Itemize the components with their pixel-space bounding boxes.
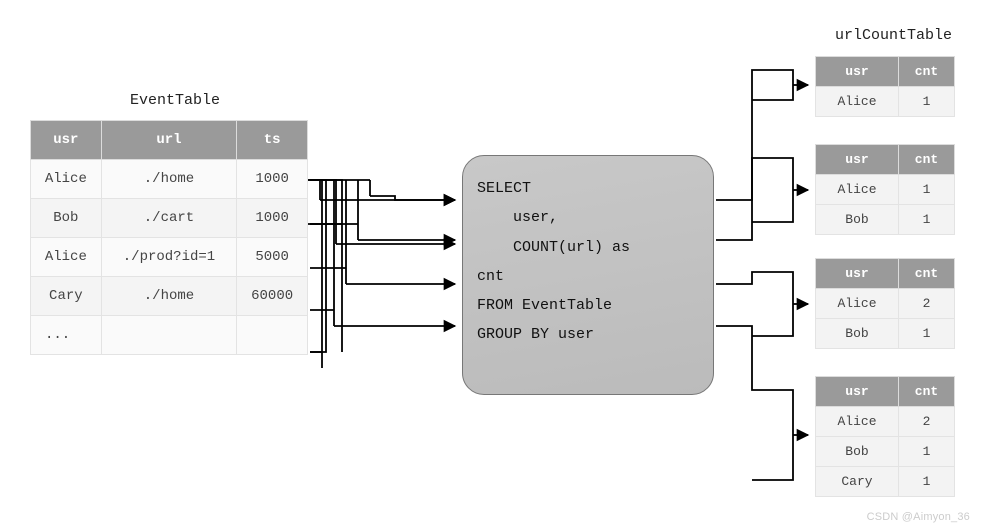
cell: Bob [816, 437, 899, 467]
table-row: Alice 2 [816, 289, 955, 319]
event-table-title: EventTable [130, 92, 220, 109]
table-header-row: usr cnt [816, 145, 955, 175]
cell: 1 [898, 319, 954, 349]
cell: Bob [816, 319, 899, 349]
url-count-table-title: urlCountTable [835, 27, 952, 44]
cell: 1 [898, 205, 954, 235]
cell: Alice [816, 407, 899, 437]
cell: ./cart [101, 199, 237, 238]
cell: Alice [816, 87, 899, 117]
col-ts: ts [237, 121, 308, 160]
cell: Cary [31, 277, 102, 316]
sql-line: COUNT(url) as [477, 239, 630, 256]
sql-query-box: SELECT user, COUNT(url) as cnt FROM Even… [462, 155, 714, 395]
cell: Alice [816, 289, 899, 319]
cell: ./home [101, 160, 237, 199]
sql-line: GROUP BY user [477, 326, 594, 343]
cell: 1 [898, 437, 954, 467]
table-row: Bob 1 [816, 205, 955, 235]
table-row: Alice ./home 1000 [31, 160, 308, 199]
col-usr: usr [31, 121, 102, 160]
cell: 5000 [237, 238, 308, 277]
col-usr: usr [816, 259, 899, 289]
cell: Alice [31, 160, 102, 199]
cell: ... [31, 316, 102, 355]
sql-line: SELECT [477, 180, 531, 197]
table-row: Cary ./home 60000 [31, 277, 308, 316]
cell: 2 [898, 407, 954, 437]
col-cnt: cnt [898, 377, 954, 407]
table-row: Cary 1 [816, 467, 955, 497]
sql-line: user, [477, 209, 558, 226]
col-url: url [101, 121, 237, 160]
cell [101, 316, 237, 355]
table-row: Bob 1 [816, 319, 955, 349]
event-table: usr url ts Alice ./home 1000 Bob ./cart … [30, 120, 308, 355]
table-header-row: usr url ts [31, 121, 308, 160]
col-cnt: cnt [898, 57, 954, 87]
cell: ./prod?id=1 [101, 238, 237, 277]
table-row: Alice 1 [816, 175, 955, 205]
watermark: CSDN @Aimyon_36 [867, 511, 970, 523]
sql-line: FROM EventTable [477, 297, 612, 314]
cell: 60000 [237, 277, 308, 316]
table-header-row: usr cnt [816, 377, 955, 407]
table-row: Alice ./prod?id=1 5000 [31, 238, 308, 277]
table-row: Alice 2 [816, 407, 955, 437]
cell: 1000 [237, 199, 308, 238]
cell: 2 [898, 289, 954, 319]
cell: 1 [898, 87, 954, 117]
col-usr: usr [816, 57, 899, 87]
cell: ./home [101, 277, 237, 316]
col-usr: usr [816, 145, 899, 175]
cell: Alice [816, 175, 899, 205]
cell: 1000 [237, 160, 308, 199]
table-header-row: usr cnt [816, 259, 955, 289]
cell: 1 [898, 467, 954, 497]
col-cnt: cnt [898, 145, 954, 175]
cell: Bob [31, 199, 102, 238]
count-table-4: usr cnt Alice 2 Bob 1 Cary 1 [815, 376, 955, 497]
col-usr: usr [816, 377, 899, 407]
table-header-row: usr cnt [816, 57, 955, 87]
sql-line: cnt [477, 268, 504, 285]
count-table-3: usr cnt Alice 2 Bob 1 [815, 258, 955, 349]
col-cnt: cnt [898, 259, 954, 289]
cell: 1 [898, 175, 954, 205]
cell [237, 316, 308, 355]
cell: Cary [816, 467, 899, 497]
table-row: ... [31, 316, 308, 355]
count-table-2: usr cnt Alice 1 Bob 1 [815, 144, 955, 235]
table-row: Alice 1 [816, 87, 955, 117]
cell: Alice [31, 238, 102, 277]
cell: Bob [816, 205, 899, 235]
table-row: Bob 1 [816, 437, 955, 467]
count-table-1: usr cnt Alice 1 [815, 56, 955, 117]
table-row: Bob ./cart 1000 [31, 199, 308, 238]
